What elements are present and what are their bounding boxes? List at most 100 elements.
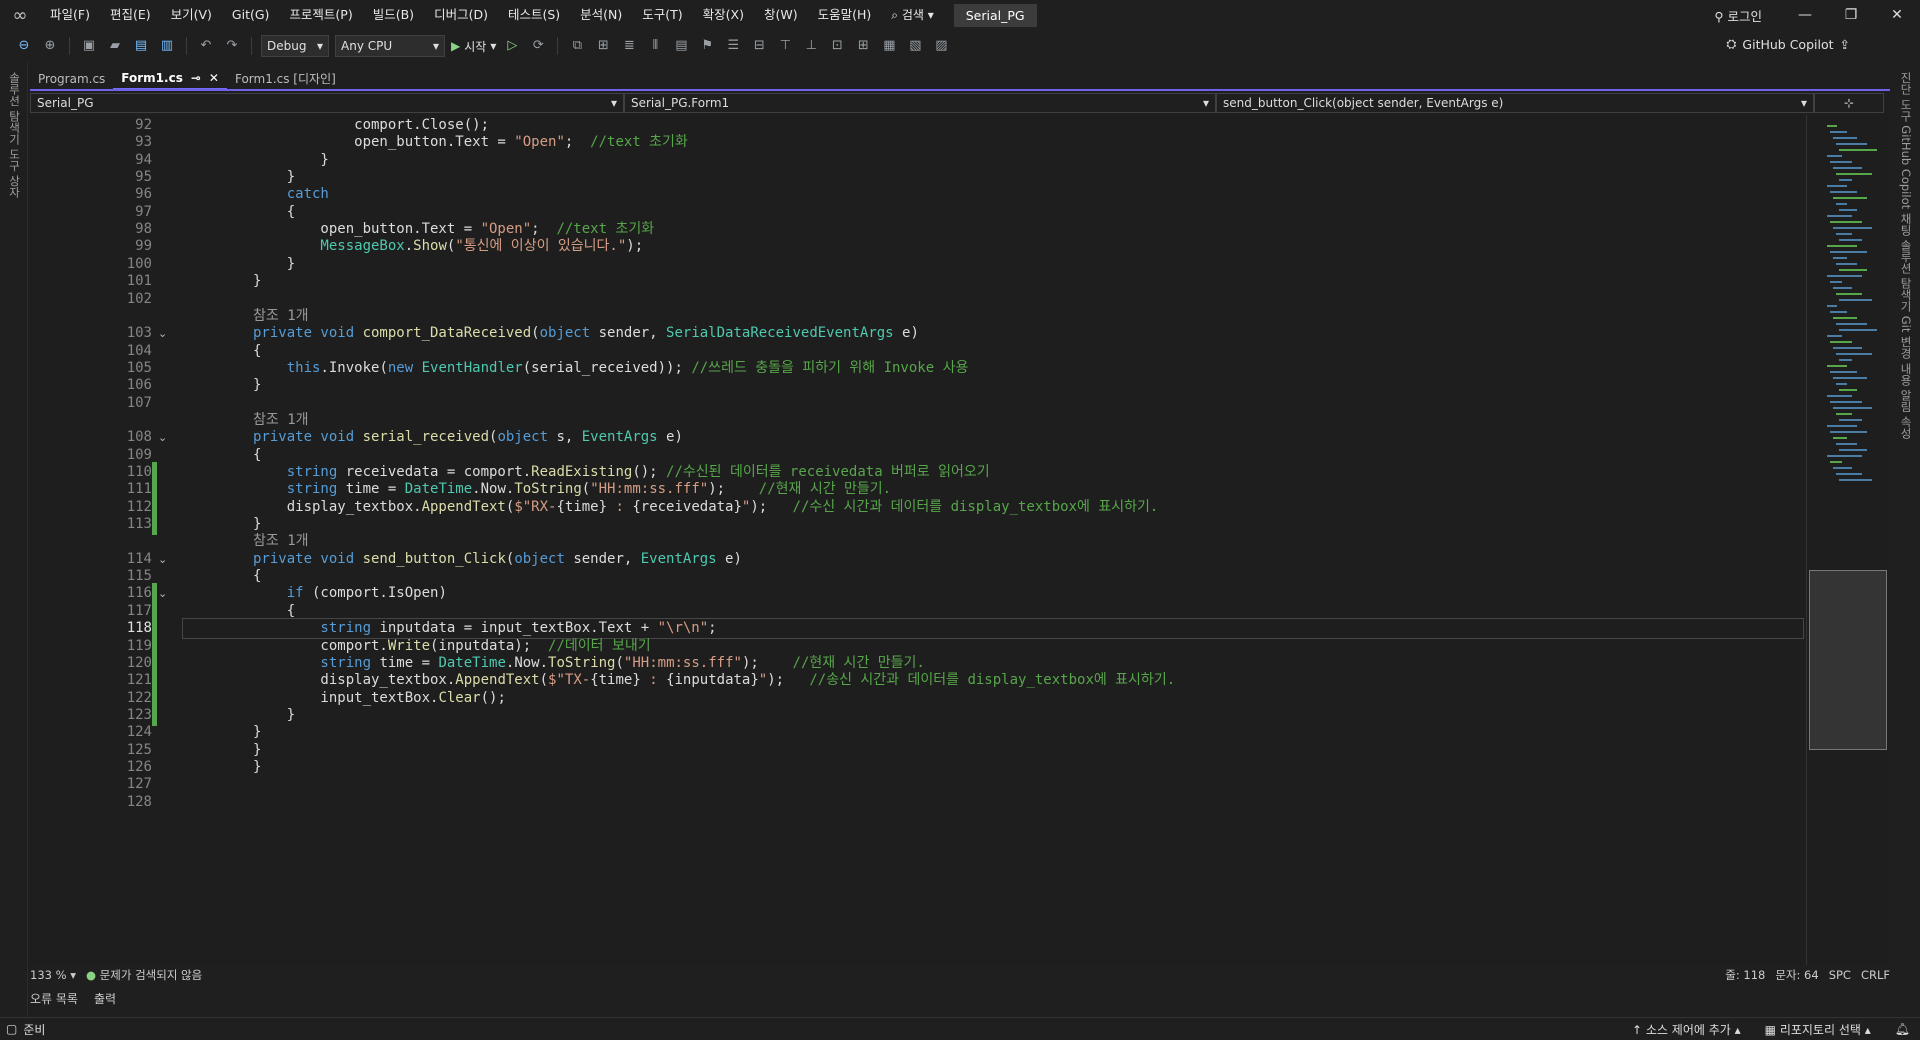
line-ending-indicator[interactable]: CRLF: [1861, 968, 1890, 982]
add-to-source-control-button[interactable]: ↑ 소스 제어에 추가 ▴: [1632, 1021, 1741, 1038]
pin-icon[interactable]: ⊸: [191, 67, 201, 89]
code-token: {: [253, 203, 296, 220]
column-indicator[interactable]: 문자: 64: [1775, 967, 1818, 983]
notifications-bell-icon[interactable]: 🔔︎: [1895, 1022, 1910, 1036]
restore-button[interactable]: ❐: [1828, 7, 1874, 23]
minimap-line: [1827, 335, 1842, 337]
hot-reload-icon[interactable]: ⟳: [528, 36, 548, 56]
menu-item[interactable]: 테스트(S): [498, 0, 570, 30]
line-indicator[interactable]: 줄: 118: [1725, 967, 1765, 983]
undo-icon[interactable]: ↶: [196, 36, 216, 56]
layout-icon[interactable]: ▧: [905, 36, 925, 56]
code-token: string: [253, 620, 380, 637]
toolbar-tool-icon[interactable]: ≣: [619, 36, 639, 56]
save-icon[interactable]: ▤: [131, 36, 151, 56]
menu-item[interactable]: 보기(V): [161, 0, 222, 30]
code-token: }: [253, 758, 262, 775]
minimap-line: [1827, 245, 1857, 247]
toolbar-tool-icon[interactable]: ▤: [671, 36, 691, 56]
select-repository-button[interactable]: ▦ 리포지토리 선택 ▴: [1765, 1021, 1871, 1038]
align-icon[interactable]: ⊡: [827, 36, 847, 56]
menu-item[interactable]: 파일(F): [40, 0, 100, 30]
back-icon[interactable]: ⊖: [14, 36, 34, 56]
start-debug-button[interactable]: ▶ 시작 ▾: [451, 38, 496, 55]
login-button[interactable]: ⚲ 로그인: [1714, 6, 1762, 25]
visual-studio-logo-icon[interactable]: ∞: [0, 0, 40, 30]
layout-icon[interactable]: ▨: [931, 36, 951, 56]
chevron-down-icon: ▾: [610, 96, 617, 110]
platform-select[interactable]: Any CPU ▾: [335, 35, 445, 57]
layout-icon[interactable]: ▦: [879, 36, 899, 56]
start-without-debug-icon[interactable]: ▷: [502, 36, 522, 56]
tab-active[interactable]: Form1.cs ⊸ ✕: [113, 68, 227, 90]
toolbar-tool-icon[interactable]: ☰: [723, 36, 743, 56]
code-token: }: [253, 255, 296, 272]
menu-item[interactable]: 편집(E): [100, 0, 161, 30]
toolbar-tool-icon[interactable]: ⊞: [593, 36, 613, 56]
panel-tab[interactable]: 오류 목록: [30, 990, 78, 1007]
minimap-line: [1827, 425, 1857, 427]
toolbar-tool-icon[interactable]: ⧉: [567, 36, 587, 56]
save-all-icon[interactable]: ▥: [157, 36, 177, 56]
minimap-scrollbar[interactable]: [1806, 115, 1890, 965]
tab-document[interactable]: Form1.cs [디자인]: [227, 68, 344, 90]
tab-document[interactable]: Program.cs: [30, 68, 113, 90]
menu-item[interactable]: 도움말(H): [808, 0, 882, 30]
align-icon[interactable]: ⊤: [775, 36, 795, 56]
grid-icon[interactable]: ⊞: [853, 36, 873, 56]
new-item-icon[interactable]: ▣: [79, 36, 99, 56]
menu-item[interactable]: 도구(T): [632, 0, 692, 30]
code-token: EventHandler: [421, 359, 523, 376]
member-dropdown[interactable]: send_button_Click(object sender, EventAr…: [1216, 93, 1814, 113]
code-token: comport_DataReceived: [362, 325, 532, 342]
github-copilot-button[interactable]: ⛭ GitHub Copilot ⇪: [1726, 36, 1850, 52]
right-strip-tabs[interactable]: 진단 도구 GitHub Copilot 채팅 솔루션 탐색기 Git 변경 내…: [1896, 72, 1914, 439]
split-editor-button[interactable]: ⊹: [1814, 93, 1884, 113]
zoom-select[interactable]: 133 % ▾: [30, 968, 76, 982]
menu-item[interactable]: 창(W): [754, 0, 808, 30]
code-token: );: [767, 672, 810, 689]
minimap-line: [1833, 467, 1852, 469]
code-token: {receivedata}: [632, 498, 742, 515]
right-tool-strip: 진단 도구 GitHub Copilot 채팅 솔루션 탐색기 Git 변경 내…: [1890, 62, 1920, 1017]
menu-item[interactable]: 빌드(B): [363, 0, 424, 30]
code-token: (: [581, 481, 591, 498]
redo-icon[interactable]: ↷: [222, 36, 242, 56]
align-icon[interactable]: ⊥: [801, 36, 821, 56]
minimap-line: [1839, 179, 1852, 181]
menu-item[interactable]: 확장(X): [693, 0, 754, 30]
toolbar-separator: [251, 37, 252, 55]
minimize-button[interactable]: —: [1782, 7, 1828, 23]
left-strip-tabs[interactable]: 솔루션 탐색기 도구 상자: [5, 72, 23, 198]
code-token: receivedata = comport.: [345, 464, 532, 480]
toolbar-tool-icon[interactable]: ⫴: [645, 36, 665, 56]
code-token: MessageBox: [253, 238, 405, 255]
toolbar-separator: [69, 37, 70, 55]
code-token: //수신 시간과 데이터를 display_textbox에 표시하기.: [792, 498, 1159, 515]
forward-icon[interactable]: ⊕: [40, 36, 60, 56]
class-dropdown[interactable]: Serial_PG.Form1 ▾: [624, 93, 1216, 113]
panel-tab[interactable]: 출력: [94, 990, 116, 1007]
menu-item[interactable]: 프로젝트(P): [279, 0, 362, 30]
open-folder-icon[interactable]: ▰: [105, 36, 125, 56]
project-dropdown[interactable]: Serial_PG ▾: [30, 93, 624, 113]
minimap-line: [1836, 263, 1857, 265]
code-token: "\r\n": [657, 620, 709, 637]
bookmark-icon[interactable]: ⚑: [697, 36, 717, 56]
menu-item[interactable]: 분석(N): [570, 0, 632, 30]
minimap-viewport[interactable]: [1809, 570, 1887, 750]
code-editor[interactable]: 92 comport.Close(); 93 open_button.Text =…: [30, 115, 1806, 965]
code-token: .Now.: [505, 654, 549, 671]
left-tool-strip: 솔루션 탐색기 도구 상자: [0, 62, 28, 1017]
menu-item[interactable]: 디버그(D): [424, 0, 498, 30]
whitespace-indicator[interactable]: SPC: [1829, 968, 1851, 982]
code-token: time =: [345, 481, 405, 498]
configuration-select[interactable]: Debug ▾: [261, 35, 329, 57]
search-button[interactable]: ⌕ 검색 ▾: [881, 0, 943, 30]
close-window-button[interactable]: ✕: [1874, 7, 1920, 23]
align-icon[interactable]: ⊟: [749, 36, 769, 56]
close-tab-icon[interactable]: ✕: [209, 67, 219, 89]
issues-indicator[interactable]: ● 문제가 검색되지 않음: [86, 967, 202, 983]
code-token: ();: [480, 689, 506, 706]
menu-item[interactable]: Git(G): [222, 0, 280, 30]
